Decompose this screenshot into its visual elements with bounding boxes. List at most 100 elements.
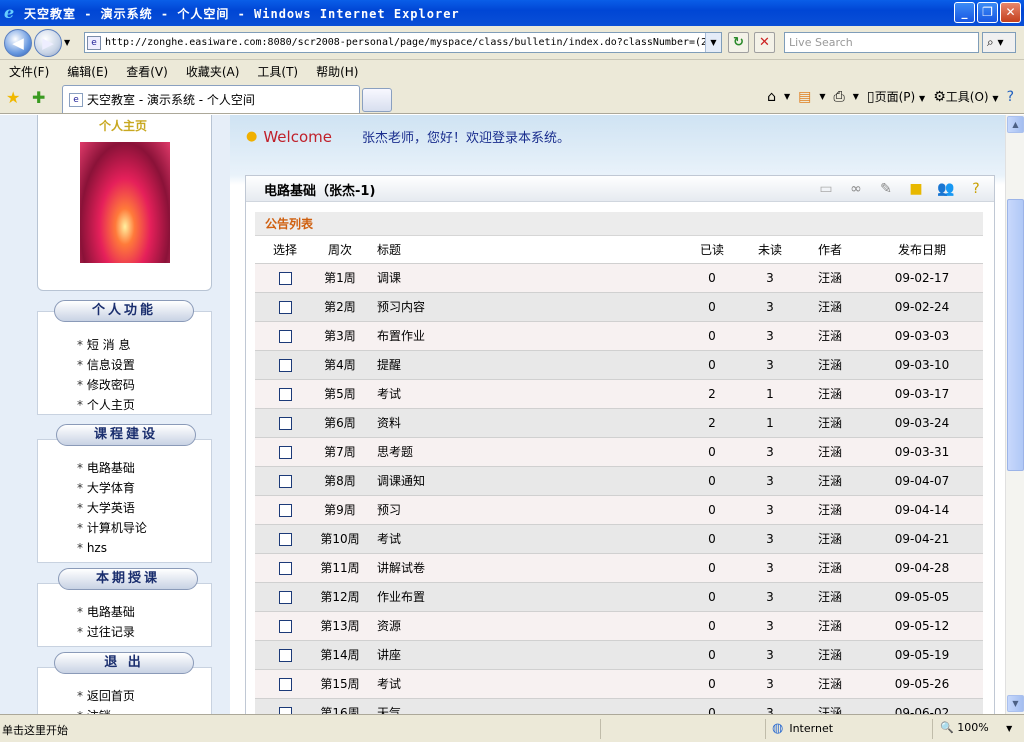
row-checkbox[interactable] <box>278 648 292 662</box>
section-course-building[interactable]: 课程建设 <box>56 424 196 446</box>
feeds-icon[interactable]: ▤ <box>798 89 811 105</box>
table-row[interactable]: 第3周 布置作业 0 3 汪涵 09-03-03 <box>255 321 983 351</box>
sidebar-item-return-home[interactable]: 返回首页 <box>77 687 135 704</box>
menu-edit[interactable]: 编辑(E) <box>67 63 108 80</box>
row-checkbox[interactable] <box>278 590 292 604</box>
users-icon[interactable]: 👥 <box>936 179 956 199</box>
print-icon[interactable]: ⎙ <box>834 89 845 105</box>
table-row[interactable]: 第13周 资源 0 3 汪涵 09-05-12 <box>255 611 983 641</box>
page-menu[interactable]: ▯页面(P) ▼ <box>867 88 925 105</box>
table-row[interactable]: 第7周 思考题 0 3 汪涵 09-03-31 <box>255 437 983 467</box>
menu-tools[interactable]: 工具(T) <box>257 63 298 80</box>
address-dropdown-icon[interactable]: ▼ <box>705 33 721 52</box>
row-checkbox[interactable] <box>278 474 292 488</box>
section-personal-functions[interactable]: 个人功能 <box>54 300 194 322</box>
sidebar-item-course[interactable]: 电路基础 <box>77 459 135 476</box>
new-tab-button[interactable] <box>362 88 392 112</box>
title-link[interactable]: 调课 <box>365 263 683 293</box>
menu-view[interactable]: 查看(V) <box>126 63 168 80</box>
tab-active[interactable]: e 天空教室 - 演示系统 - 个人空间 <box>62 85 360 113</box>
close-button[interactable]: ✕ <box>1000 2 1021 23</box>
row-checkbox[interactable] <box>278 619 292 633</box>
table-row[interactable]: 第8周 调课通知 0 3 汪涵 09-04-07 <box>255 466 983 496</box>
row-checkbox[interactable] <box>278 300 292 314</box>
title-link[interactable]: 资料 <box>365 408 683 438</box>
sidebar-item-course[interactable]: hzs <box>77 541 107 555</box>
row-checkbox[interactable] <box>278 329 292 343</box>
table-row[interactable]: 第1周 调课 0 3 汪涵 09-02-17 <box>255 263 983 293</box>
table-row[interactable]: 第5周 考试 2 1 汪涵 09-03-17 <box>255 379 983 409</box>
help-icon[interactable]: ? <box>1007 89 1014 105</box>
row-checkbox[interactable] <box>278 561 292 575</box>
title-link[interactable]: 提醒 <box>365 350 683 380</box>
add-favorite-icon[interactable]: ✚ <box>32 88 45 107</box>
zoom-dropdown-icon[interactable]: ▼ <box>1006 724 1012 733</box>
sidebar-item-course[interactable]: 大学体育 <box>77 479 135 496</box>
security-zone[interactable]: ◍ Internet <box>772 721 833 736</box>
folder-icon[interactable]: ■ <box>906 179 926 199</box>
table-row[interactable]: 第11周 讲解试卷 0 3 汪涵 09-04-28 <box>255 553 983 583</box>
section-current-teaching[interactable]: 本期授课 <box>58 568 198 590</box>
row-checkbox[interactable] <box>278 706 292 714</box>
row-checkbox[interactable] <box>278 677 292 691</box>
zoom-control[interactable]: 🔍 100% ▼ <box>940 721 1012 734</box>
title-link[interactable]: 作业布置 <box>365 582 683 612</box>
title-link[interactable]: 调课通知 <box>365 466 683 496</box>
scroll-up-button[interactable]: ▲ <box>1007 116 1024 133</box>
table-row[interactable]: 第4周 提醒 0 3 汪涵 09-03-10 <box>255 350 983 380</box>
link-icon[interactable]: ∞ <box>846 179 866 199</box>
print-dropdown-icon[interactable]: ▼ <box>853 92 859 101</box>
row-checkbox[interactable] <box>278 358 292 372</box>
home-icon[interactable]: ⌂ <box>767 89 776 105</box>
section-exit[interactable]: 退 出 <box>54 652 194 674</box>
table-row[interactable]: 第6周 资料 2 1 汪涵 09-03-24 <box>255 408 983 438</box>
minimize-button[interactable]: _ <box>954 2 975 23</box>
history-dropdown-icon[interactable]: ▼ <box>64 38 70 47</box>
favorites-star-icon[interactable]: ★ <box>6 88 20 107</box>
new-document-icon[interactable]: ▭ <box>816 179 836 199</box>
table-row[interactable]: 第10周 考试 0 3 汪涵 09-04-21 <box>255 524 983 554</box>
row-checkbox[interactable] <box>278 416 292 430</box>
title-link[interactable]: 讲解试卷 <box>365 553 683 583</box>
title-link[interactable]: 考试 <box>365 669 683 699</box>
sidebar-item-course[interactable]: 计算机导论 <box>77 519 147 536</box>
title-link[interactable]: 天气 <box>365 698 683 714</box>
sidebar-item-logout[interactable]: 注销 <box>77 707 111 714</box>
sidebar-item-course[interactable]: 大学英语 <box>77 499 135 516</box>
maximize-button[interactable]: ❐ <box>977 2 998 23</box>
menu-favorites[interactable]: 收藏夹(A) <box>186 63 240 80</box>
search-button[interactable]: ⌕ ▾ <box>982 32 1016 53</box>
title-link[interactable]: 讲座 <box>365 640 683 670</box>
home-dropdown-icon[interactable]: ▼ <box>784 92 790 101</box>
menu-help[interactable]: 帮助(H) <box>316 63 358 80</box>
title-link[interactable]: 思考题 <box>365 437 683 467</box>
scroll-thumb[interactable] <box>1007 199 1024 471</box>
sidebar-item-homepage[interactable]: 个人主页 <box>77 396 135 413</box>
title-link[interactable]: 预习内容 <box>365 292 683 322</box>
row-checkbox[interactable] <box>278 532 292 546</box>
vertical-scrollbar[interactable]: ▲ ▼ <box>1005 115 1024 714</box>
row-checkbox[interactable] <box>278 503 292 517</box>
edit-pen-icon[interactable]: ✎ <box>876 179 896 199</box>
back-button[interactable]: ◀ <box>4 29 32 57</box>
forward-button[interactable]: ▶ <box>34 29 62 57</box>
sidebar-item-current-course[interactable]: 电路基础 <box>77 603 135 620</box>
table-row[interactable]: 第15周 考试 0 3 汪涵 09-05-26 <box>255 669 983 699</box>
table-row[interactable]: 第14周 讲座 0 3 汪涵 09-05-19 <box>255 640 983 670</box>
title-link[interactable]: 考试 <box>365 379 683 409</box>
sidebar-item-info-settings[interactable]: 信息设置 <box>77 356 135 373</box>
sidebar-item-messages[interactable]: 短 消 息 <box>77 336 131 353</box>
feeds-dropdown-icon[interactable]: ▼ <box>819 92 825 101</box>
stop-button[interactable]: ✕ <box>754 32 775 53</box>
title-link[interactable]: 预习 <box>365 495 683 525</box>
title-link[interactable]: 布置作业 <box>365 321 683 351</box>
row-checkbox[interactable] <box>278 271 292 285</box>
scroll-down-button[interactable]: ▼ <box>1007 695 1024 712</box>
search-input[interactable]: Live Search <box>784 32 979 53</box>
row-checkbox[interactable] <box>278 387 292 401</box>
address-url[interactable]: http://zonghe.easiware.com:8080/scr2008-… <box>105 37 705 48</box>
table-row[interactable]: 第9周 预习 0 3 汪涵 09-04-14 <box>255 495 983 525</box>
table-row[interactable]: 第12周 作业布置 0 3 汪涵 09-05-05 <box>255 582 983 612</box>
address-bar[interactable]: e http://zonghe.easiware.com:8080/scr200… <box>84 32 722 53</box>
help-doc-icon[interactable]: ? <box>966 179 986 199</box>
